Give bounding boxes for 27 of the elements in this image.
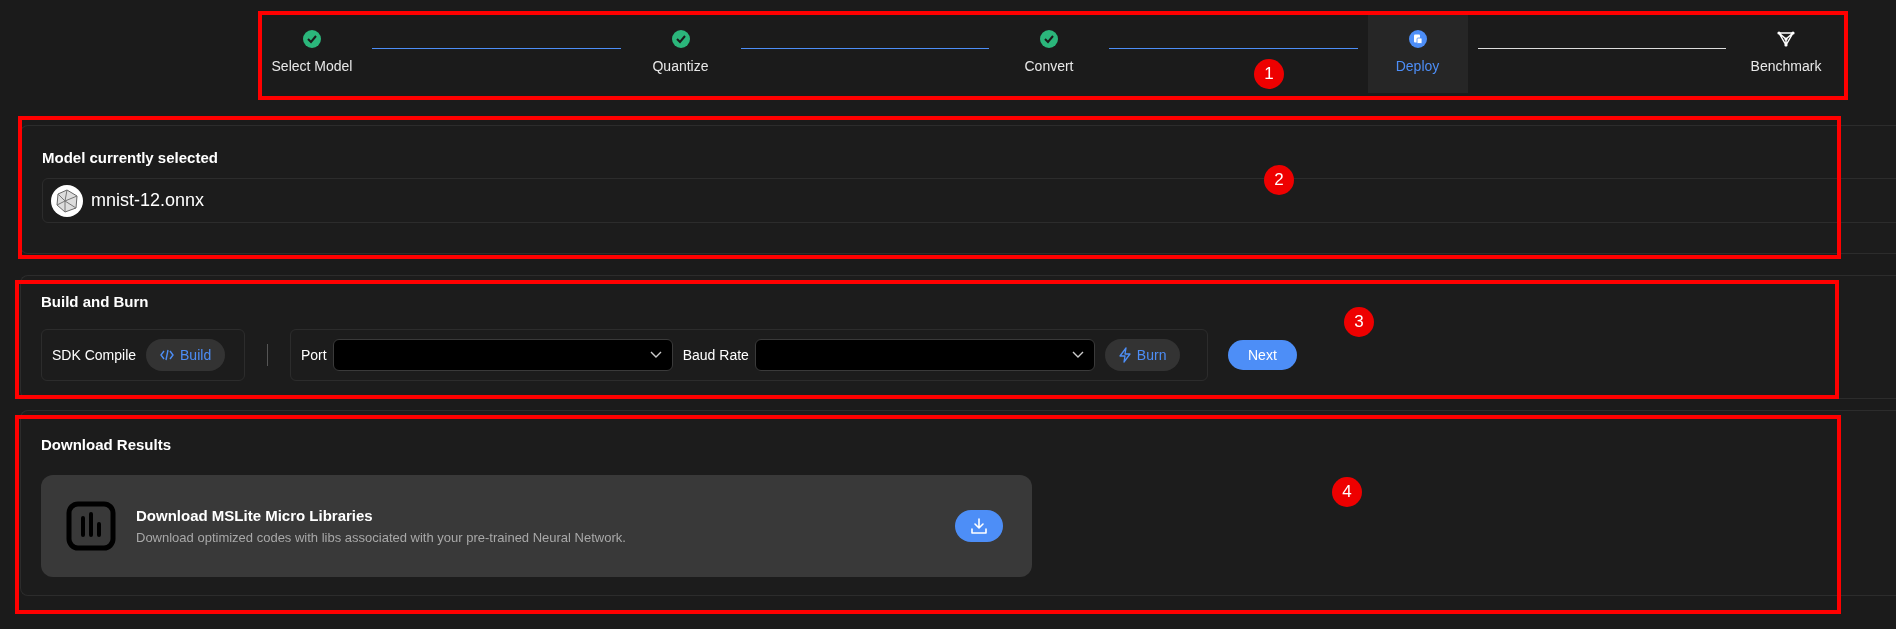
port-label: Port xyxy=(301,345,327,365)
download-item-title: Download MSLite Micro Libraries xyxy=(136,506,374,526)
step-tab[interactable]: Benchmark xyxy=(1736,15,1836,93)
burn-button[interactable]: Burn xyxy=(1104,339,1181,371)
bar-chart-icon xyxy=(66,501,116,551)
step-tab[interactable]: Select Model xyxy=(262,15,362,93)
download-item-description: Download optimized codes with libs associated with your pre-trained Neural Network. xyxy=(136,528,627,547)
baud-rate-label: Baud Rate xyxy=(682,345,749,365)
chevron-down-icon xyxy=(649,351,662,359)
model-name: mnist-12.onnx xyxy=(91,189,205,212)
section-title: Download Results xyxy=(41,435,172,455)
port-select[interactable] xyxy=(332,339,673,371)
chevron-down-icon xyxy=(1071,351,1084,359)
sdk-compile-label: SDK Compile xyxy=(52,345,137,365)
callout-number: 1 xyxy=(1254,59,1284,89)
polyhedron-icon xyxy=(51,184,83,217)
build-button[interactable]: Build xyxy=(146,339,226,371)
step-tab[interactable]: Quantize xyxy=(630,15,731,93)
lightning-icon xyxy=(1118,347,1131,363)
step-tab[interactable]: Convert xyxy=(999,15,1099,93)
step-tab[interactable]: Deploy xyxy=(1367,15,1468,93)
code-icon xyxy=(160,349,175,361)
section-title: Build and Burn xyxy=(41,292,150,312)
download-icon xyxy=(970,517,988,535)
section-title: Model currently selected xyxy=(42,148,219,168)
download-button[interactable] xyxy=(955,510,1003,542)
baud-rate-select[interactable] xyxy=(754,339,1095,371)
